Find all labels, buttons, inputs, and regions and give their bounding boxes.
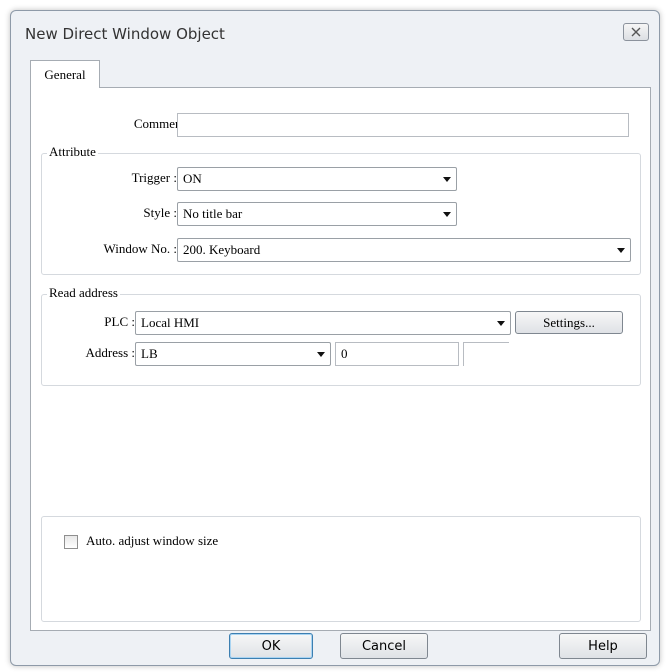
chevron-down-icon [617, 248, 625, 253]
tab-general-label: General [44, 66, 86, 82]
settings-button-label: Settings... [543, 314, 595, 330]
chevron-down-icon [443, 177, 451, 182]
attribute-group-title: Attribute [47, 144, 98, 160]
window-no-value: 200. Keyboard [183, 242, 261, 257]
close-button[interactable] [623, 23, 649, 41]
plc-select[interactable]: Local HMI [135, 311, 511, 335]
comment-input[interactable] [177, 113, 629, 137]
address-device-select[interactable]: LB [135, 342, 331, 366]
style-select[interactable]: No title bar [177, 202, 457, 226]
help-button[interactable]: Help [559, 633, 647, 659]
address-device-value: LB [141, 346, 158, 361]
cancel-button-label: Cancel [361, 638, 407, 654]
read-address-group [41, 294, 641, 386]
address-extra-field[interactable] [463, 342, 509, 366]
tab-general[interactable]: General [30, 60, 100, 88]
dialog-window: New Direct Window Object General Comment… [10, 10, 660, 666]
trigger-label: Trigger : [131, 170, 177, 185]
trigger-value: ON [183, 171, 202, 186]
window-no-select[interactable]: 200. Keyboard [177, 238, 631, 262]
auto-adjust-checkbox[interactable] [64, 535, 78, 549]
window-title: New Direct Window Object [25, 25, 225, 43]
address-label: Address : [85, 345, 135, 360]
chevron-down-icon [317, 352, 325, 357]
cancel-button[interactable]: Cancel [340, 633, 428, 659]
address-input[interactable]: 0 [335, 342, 459, 366]
general-panel: Comment : Attribute Trigger : ON Style :… [30, 87, 651, 631]
help-button-label: Help [588, 638, 618, 654]
settings-button[interactable]: Settings... [515, 311, 623, 334]
chevron-down-icon [497, 321, 505, 326]
read-address-group-title: Read address [47, 285, 120, 301]
style-label: Style : [143, 205, 177, 220]
ok-button[interactable]: OK [229, 633, 313, 659]
chevron-down-icon [443, 212, 451, 217]
plc-value: Local HMI [141, 315, 200, 330]
ok-button-label: OK [261, 638, 281, 654]
plc-label: PLC : [104, 314, 135, 329]
auto-adjust-label: Auto. adjust window size [86, 533, 219, 548]
style-value: No title bar [183, 206, 243, 221]
auto-adjust-group [41, 516, 641, 622]
title-bar: New Direct Window Object [11, 11, 659, 51]
window-no-label: Window No. : [103, 241, 178, 256]
trigger-select[interactable]: ON [177, 167, 457, 191]
close-icon [631, 27, 641, 37]
